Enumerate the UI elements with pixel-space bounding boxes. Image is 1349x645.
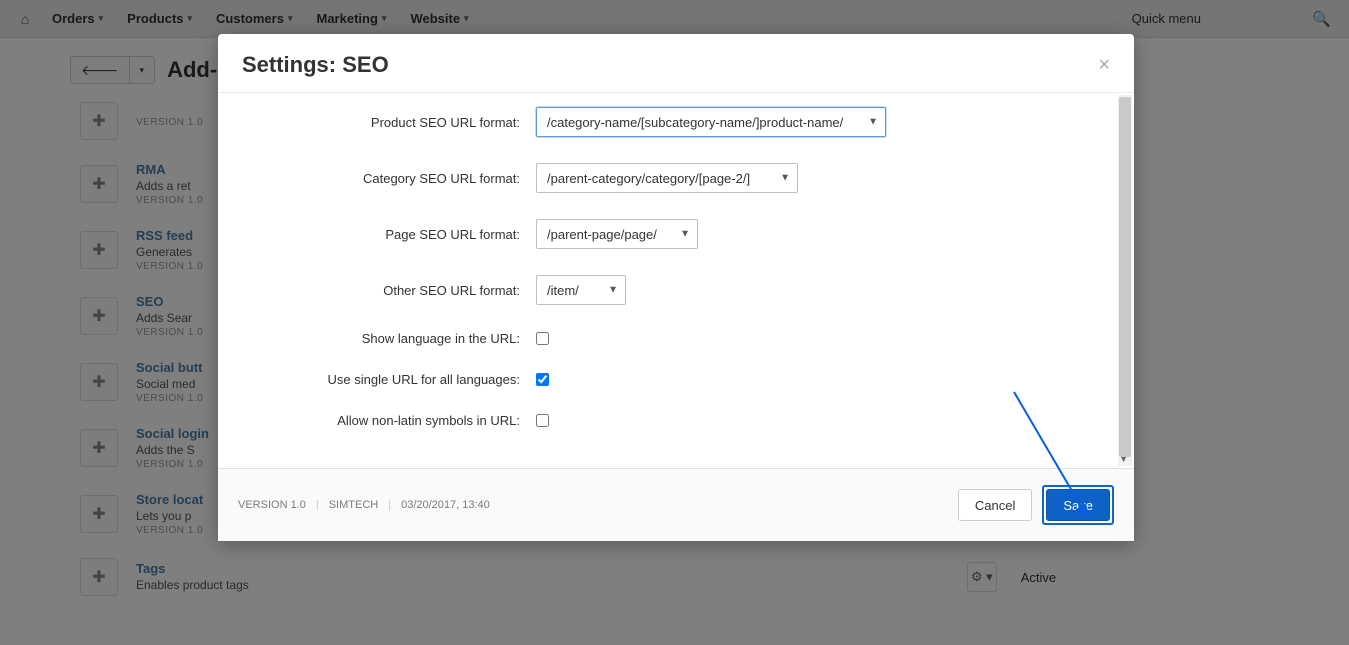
settings-dialog: Settings: SEO × ▲ ▼ Product SEO URL form… [218, 34, 1134, 541]
label-show-lang: Show language in the URL: [246, 331, 536, 346]
product-seo-select[interactable]: /category-name/[subcategory-name/]produc… [536, 107, 886, 137]
label-category-seo: Category SEO URL format: [246, 171, 536, 186]
label-product-seo: Product SEO URL format: [246, 115, 536, 130]
save-button[interactable]: Save [1046, 489, 1110, 521]
footer-date: 03/20/2017, 13:40 [401, 499, 490, 511]
category-seo-select[interactable]: /parent-category/category/[page-2/] [536, 163, 798, 193]
label-single-url: Use single URL for all languages: [246, 372, 536, 387]
dialog-title: Settings: SEO [242, 52, 389, 78]
close-icon[interactable]: × [1098, 55, 1110, 75]
dialog-body: ▲ ▼ Product SEO URL format: /category-na… [218, 92, 1134, 468]
nonlatin-checkbox[interactable] [536, 414, 549, 427]
scroll-thumb[interactable] [1119, 97, 1131, 457]
footer-vendor: SIMTECH [329, 499, 379, 511]
cancel-button[interactable]: Cancel [958, 489, 1032, 521]
label-other-seo: Other SEO URL format: [246, 283, 536, 298]
save-button-highlight: Save [1042, 485, 1114, 525]
label-page-seo: Page SEO URL format: [246, 227, 536, 242]
page-seo-select[interactable]: /parent-page/page/ [536, 219, 698, 249]
show-language-checkbox[interactable] [536, 332, 549, 345]
single-url-checkbox[interactable] [536, 373, 549, 386]
label-nonlatin: Allow non-latin symbols in URL: [246, 413, 536, 428]
footer-version: VERSION 1.0 [238, 499, 306, 511]
other-seo-select[interactable]: /item/ [536, 275, 626, 305]
dialog-footer: VERSION 1.0 | SIMTECH | 03/20/2017, 13:4… [218, 468, 1134, 541]
